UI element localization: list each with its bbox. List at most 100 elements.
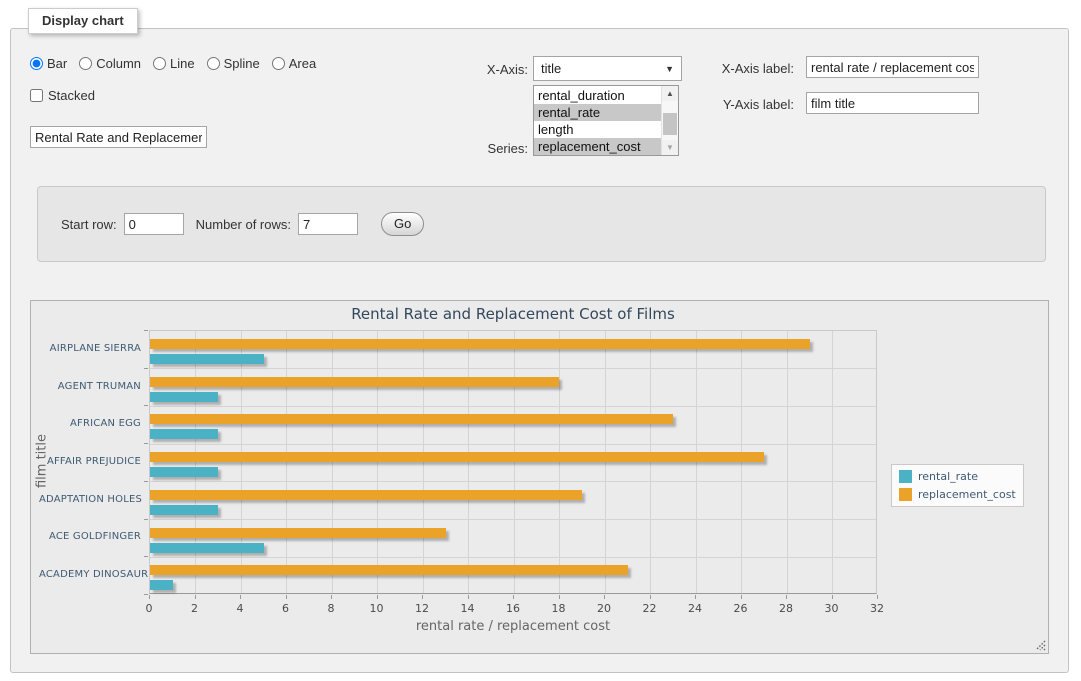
bar-replacement_cost	[150, 377, 559, 387]
bar-replacement_cost	[150, 414, 673, 424]
chart-type-radio-spline[interactable]	[207, 57, 220, 70]
x-axis-select[interactable]: title ▼	[533, 56, 682, 81]
x-tick-mark	[650, 595, 651, 599]
y-tick-mark	[144, 519, 148, 520]
bar-rental_rate	[150, 392, 218, 402]
y-tick-mark	[144, 368, 148, 369]
gridline-horizontal	[150, 406, 876, 407]
stacked-checkbox[interactable]	[30, 89, 43, 102]
x-tick-label: 26	[721, 602, 761, 615]
chart-title: Rental Rate and Replacement Cost of Film…	[149, 305, 877, 323]
chart-type-radio-column[interactable]	[79, 57, 92, 70]
series-option-replacement_cost[interactable]: replacement_cost	[534, 138, 661, 155]
gridline-horizontal	[150, 481, 876, 482]
scroll-up-icon[interactable]: ▲	[662, 86, 678, 101]
bar-replacement_cost	[150, 452, 764, 462]
gridline-horizontal	[150, 557, 876, 558]
chart-type-option-label: Column	[96, 56, 141, 71]
row-range-panel: Start row: Number of rows: Go	[37, 186, 1046, 262]
x-tick-label: 32	[857, 602, 897, 615]
chart-type-option-label: Area	[289, 56, 316, 71]
legend-entry-rental_rate: rental_rate	[899, 470, 1016, 483]
bar-replacement_cost	[150, 565, 628, 575]
x-tick-label: 20	[584, 602, 624, 615]
chart-type-option-area[interactable]: Area	[272, 56, 316, 71]
go-button[interactable]: Go	[381, 212, 424, 236]
x-tick-label: 14	[448, 602, 488, 615]
x-tick-label: 22	[630, 602, 670, 615]
gridline-horizontal	[150, 519, 876, 520]
bar-rental_rate	[150, 467, 218, 477]
x-tick-label: 16	[493, 602, 533, 615]
legend-entry-replacement_cost: replacement_cost	[899, 488, 1016, 501]
category-label: AIRPLANE SIERRA	[39, 343, 141, 354]
x-tick-label: 28	[766, 602, 806, 615]
x-axis-label-input[interactable]	[806, 56, 979, 78]
series-scrollbar[interactable]: ▲ ▼	[661, 86, 678, 155]
y-tick-mark	[144, 330, 148, 331]
x-tick-mark	[468, 595, 469, 599]
x-tick-mark	[832, 595, 833, 599]
x-tick-label: 10	[357, 602, 397, 615]
x-tick-mark	[604, 595, 605, 599]
legend-swatch	[899, 470, 912, 483]
legend-label: replacement_cost	[918, 488, 1016, 501]
y-tick-mark	[144, 443, 148, 444]
plot-area	[149, 330, 877, 594]
x-tick-label: 24	[675, 602, 715, 615]
bar-rental_rate	[150, 429, 218, 439]
gridline-horizontal	[150, 368, 876, 369]
bar-rental_rate	[150, 580, 173, 590]
x-tick-label: 12	[402, 602, 442, 615]
x-tick-label: 18	[539, 602, 579, 615]
chart-type-option-bar[interactable]: Bar	[30, 56, 67, 71]
category-label: AGENT TRUMAN	[39, 381, 141, 392]
series-option-rental_rate[interactable]: rental_rate	[534, 104, 661, 121]
x-axis-select-label: X-Axis:	[430, 62, 528, 77]
scroll-down-icon[interactable]: ▼	[662, 140, 678, 155]
chart-type-option-label: Line	[170, 56, 195, 71]
x-tick-label: 30	[812, 602, 852, 615]
fieldset-legend: Display chart	[28, 8, 138, 34]
x-tick-mark	[149, 595, 150, 599]
stacked-label: Stacked	[48, 88, 95, 103]
x-tick-label: 8	[311, 602, 351, 615]
y-tick-mark	[144, 481, 148, 482]
chart-type-radio-area[interactable]	[272, 57, 285, 70]
y-tick-mark	[144, 594, 148, 595]
chart-type-option-column[interactable]: Column	[79, 56, 141, 71]
x-tick-mark	[422, 595, 423, 599]
bar-replacement_cost	[150, 339, 810, 349]
chart-type-option-label: Spline	[224, 56, 260, 71]
x-tick-mark	[331, 595, 332, 599]
x-tick-mark	[877, 595, 878, 599]
chart-type-option-spline[interactable]: Spline	[207, 56, 260, 71]
bar-replacement_cost	[150, 528, 446, 538]
bar-rental_rate	[150, 505, 218, 515]
chart-type-radio-bar[interactable]	[30, 57, 43, 70]
resize-grip-icon[interactable]	[1035, 640, 1046, 651]
chart-title-input[interactable]	[30, 126, 207, 148]
category-label: ACADEMY DINOSAUR	[39, 569, 141, 580]
scrollbar-thumb[interactable]	[663, 113, 677, 135]
fieldset-legend-text: Display chart	[42, 13, 124, 28]
series-option-rental_duration[interactable]: rental_duration	[534, 87, 661, 104]
chart-type-radio-line[interactable]	[153, 57, 166, 70]
x-tick-label: 4	[220, 602, 260, 615]
stacked-option[interactable]: Stacked	[30, 88, 95, 103]
y-tick-mark	[144, 405, 148, 406]
category-label: ACE GOLDFINGER	[39, 531, 141, 542]
chart-type-option-label: Bar	[47, 56, 67, 71]
chart-legend: rental_rate replacement_cost	[891, 464, 1024, 507]
number-of-rows-input[interactable]	[298, 213, 358, 235]
series-option-length[interactable]: length	[534, 121, 661, 138]
start-row-input[interactable]	[124, 213, 184, 235]
chart-type-option-line[interactable]: Line	[153, 56, 195, 71]
y-axis-label-input[interactable]	[806, 92, 979, 114]
x-axis-label-label: X-Axis label:	[690, 61, 794, 76]
x-tick-mark	[240, 595, 241, 599]
series-multiselect[interactable]: rental_durationrental_ratelengthreplacem…	[533, 85, 679, 156]
chart-container: Rental Rate and Replacement Cost of Film…	[30, 300, 1049, 654]
start-row-label: Start row:	[61, 217, 117, 232]
x-tick-mark	[195, 595, 196, 599]
